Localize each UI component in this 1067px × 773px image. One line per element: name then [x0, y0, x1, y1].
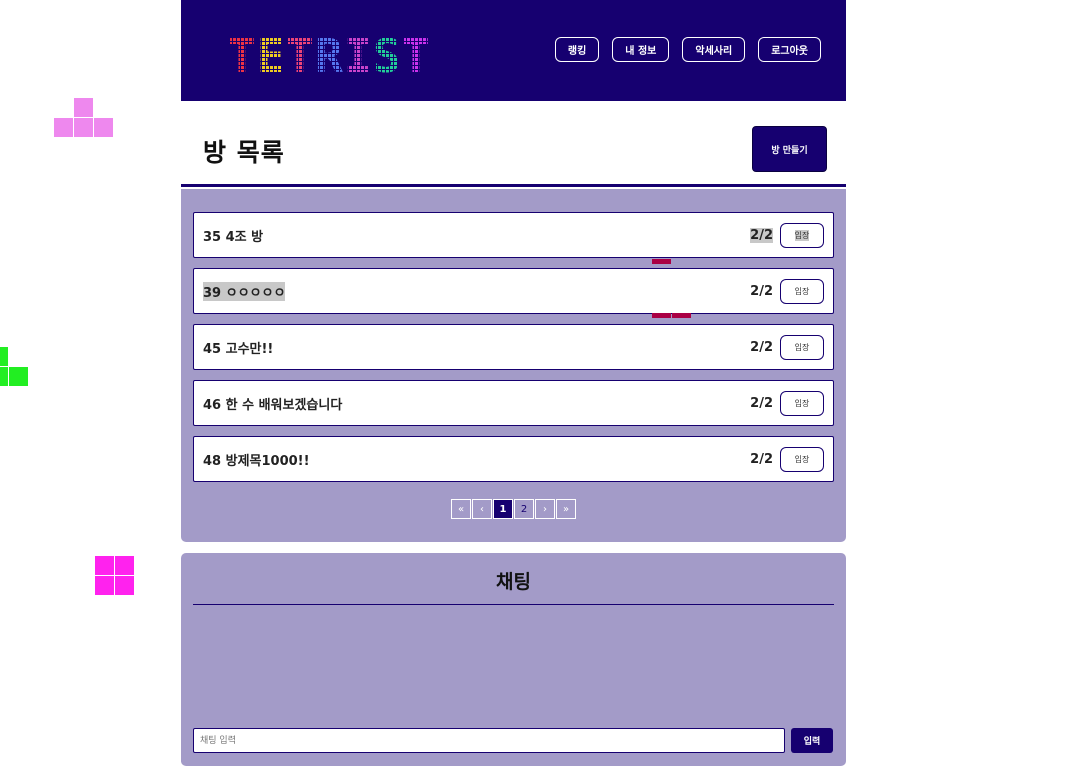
- prev-page-button[interactable]: ‹: [472, 499, 492, 519]
- enter-room-button[interactable]: 입장: [780, 334, 824, 360]
- room-row[interactable]: 39 ㅇㅇㅇㅇㅇ 2/2 입장: [193, 268, 834, 314]
- logo-letter: E: [257, 29, 285, 83]
- room-row[interactable]: 46 한 수 배워보겠습니다 2/2 입장: [193, 380, 834, 426]
- pagination: « ‹ 1 2 › »: [451, 499, 576, 519]
- room-list-header: 방 목록 방 만들기: [181, 101, 846, 187]
- first-page-button[interactable]: «: [451, 499, 471, 519]
- enter-room-button[interactable]: 입장: [780, 222, 824, 248]
- tetromino-t-decoration: [54, 98, 113, 137]
- tetromino-z-decoration: [652, 259, 691, 319]
- page-button-2[interactable]: 2: [514, 499, 534, 519]
- room-name: 48 방제목1000!!: [203, 453, 310, 469]
- tetrist-logo[interactable]: TETRIST: [228, 29, 430, 83]
- room-name: 46 한 수 배워보겠습니다: [203, 397, 343, 413]
- room-name: 39 ㅇㅇㅇㅇㅇ: [203, 281, 286, 301]
- room-row[interactable]: 48 방제목1000!! 2/2 입장: [193, 436, 834, 482]
- page-title: 방 목록: [203, 138, 285, 167]
- room-name: 45 고수만!!: [203, 341, 274, 357]
- logo-letter: T: [402, 29, 430, 83]
- site-header: TETRIST 랭킹 내 정보 악세사리 로그아웃: [181, 0, 846, 101]
- chat-title: 채팅: [496, 571, 531, 593]
- chat-send-button[interactable]: 입력: [791, 728, 833, 753]
- room-player-count: 2/2: [750, 339, 773, 355]
- accessories-button[interactable]: 악세사리: [682, 37, 746, 62]
- logout-button[interactable]: 로그아웃: [758, 37, 821, 62]
- logo-glyph: E: [257, 29, 285, 83]
- room-player-count: 2/2: [750, 227, 773, 243]
- ranking-button[interactable]: 랭킹: [554, 37, 600, 62]
- my-info-button[interactable]: 내 정보: [612, 37, 670, 62]
- room-row[interactable]: 45 고수만!! 2/2 입장: [193, 324, 834, 370]
- logo-letter: T: [228, 29, 256, 83]
- create-room-button[interactable]: 방 만들기: [752, 126, 827, 172]
- room-player-count: 2/2: [750, 395, 773, 411]
- logo-glyph: T: [228, 29, 256, 83]
- logo-letter: S: [373, 29, 401, 83]
- logo-glyph: S: [373, 29, 401, 83]
- enter-room-button[interactable]: 입장: [780, 278, 824, 304]
- room-player-count: 2/2: [750, 451, 773, 467]
- logo-letter: R: [315, 29, 343, 83]
- room-list-panel: 35 4조 방 2/2 입장 39 ㅇㅇㅇㅇㅇ 2/2 입장 45 고수만!! …: [181, 189, 846, 542]
- logo-glyph: T: [286, 29, 314, 83]
- logo-glyph: R: [315, 29, 343, 83]
- main-container: TETRIST 랭킹 내 정보 악세사리 로그아웃 방 목록 방 만들기 35 …: [181, 0, 846, 766]
- room-row[interactable]: 35 4조 방 2/2 입장: [193, 212, 834, 258]
- logo-glyph: I: [344, 29, 372, 83]
- logo-letter: T: [286, 29, 314, 83]
- tetromino-o-decoration: [95, 556, 135, 595]
- logo-letter: I: [344, 29, 372, 83]
- room-name: 35 4조 방: [203, 229, 264, 245]
- chat-input[interactable]: [193, 728, 785, 753]
- tetromino-s-decoration: [0, 347, 28, 387]
- enter-room-label: 입장: [794, 229, 810, 241]
- enter-room-button[interactable]: 입장: [780, 390, 824, 416]
- room-player-count: 2/2: [750, 283, 773, 299]
- enter-room-button[interactable]: 입장: [780, 446, 824, 472]
- top-nav: 랭킹 내 정보 악세사리 로그아웃: [554, 37, 821, 62]
- logo-glyph: T: [402, 29, 430, 83]
- page-button-1[interactable]: 1: [493, 499, 513, 519]
- next-page-button[interactable]: ›: [535, 499, 555, 519]
- last-page-button[interactable]: »: [556, 499, 576, 519]
- chat-divider: [193, 604, 834, 605]
- chat-panel: 채팅 입력: [181, 553, 846, 766]
